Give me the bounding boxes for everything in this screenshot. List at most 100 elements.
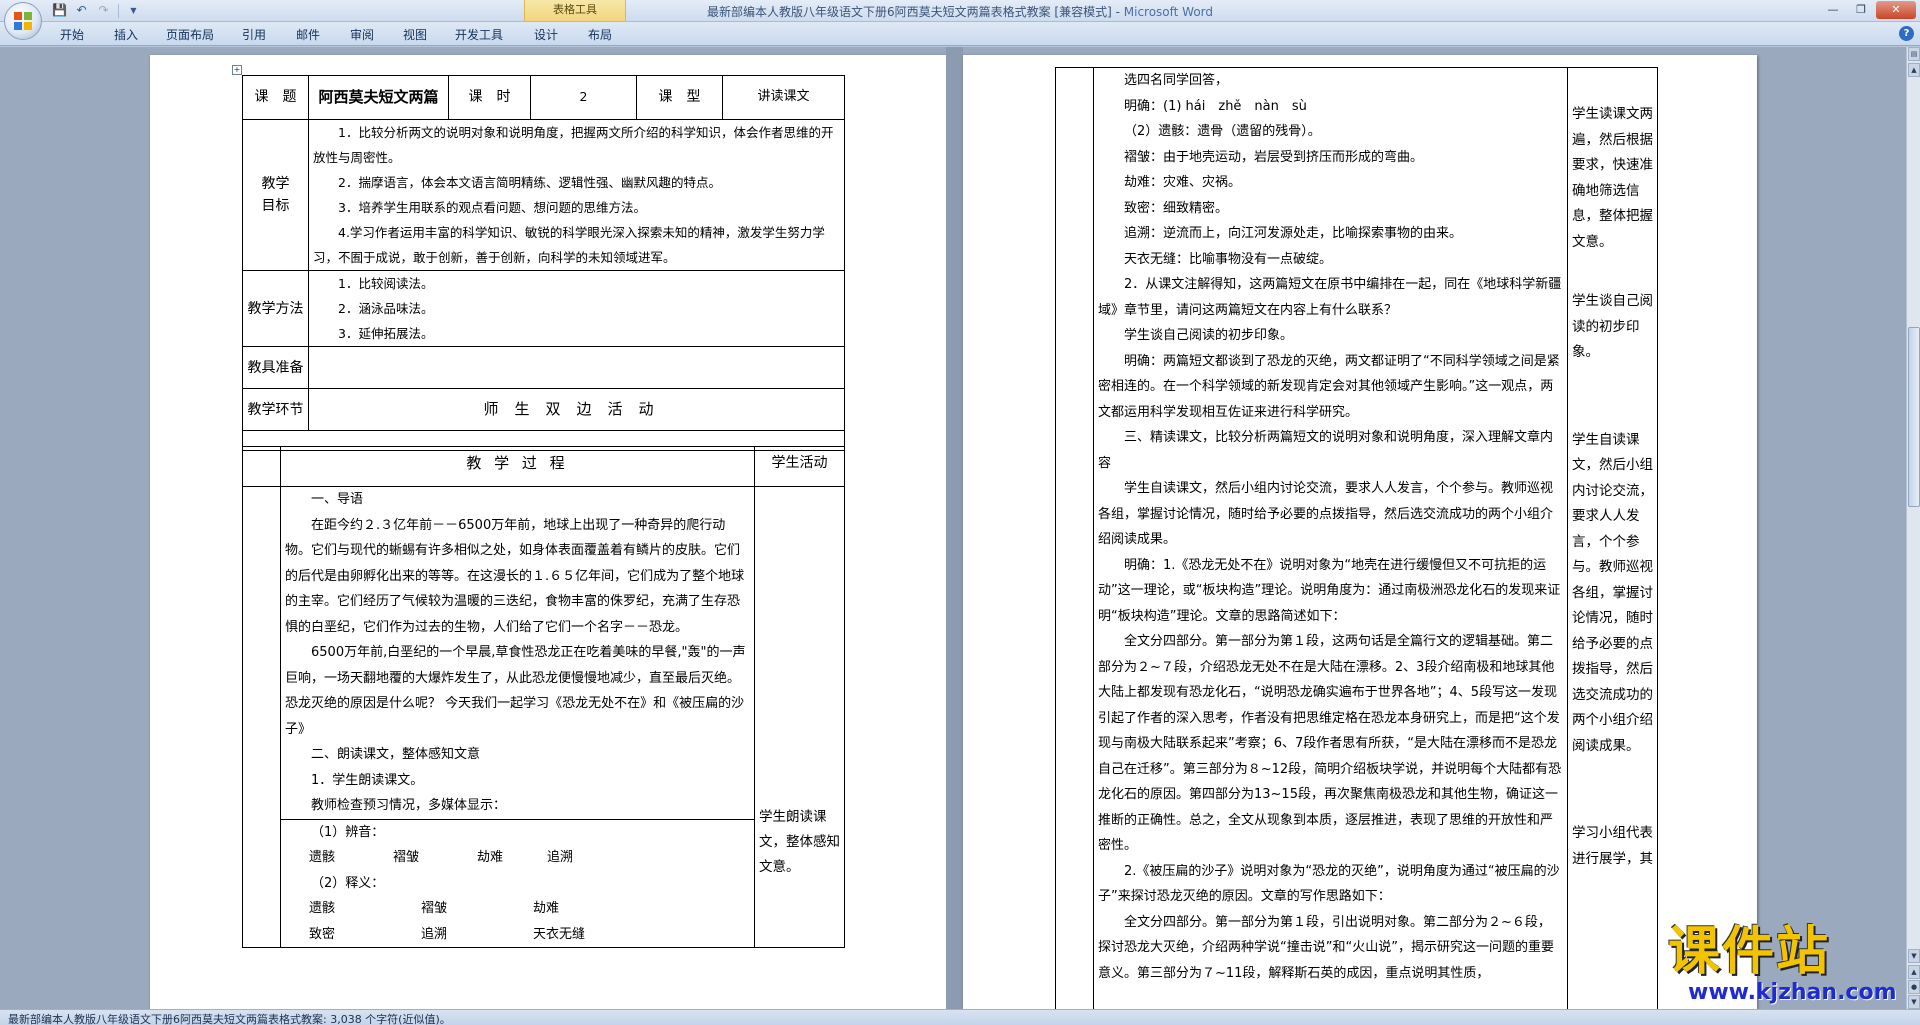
vocab-word: 褶皱 <box>421 901 448 916</box>
student-activity-header: 学生活动 <box>754 446 845 487</box>
process-line: 二、朗读课文，整体感知文意 <box>311 747 481 762</box>
goal-item: 3．培养学生用联系的观点看问题、想问题的思维方法。 <box>338 200 646 215</box>
process-line: 明确：(1) hái zhě nàn sù <box>1124 98 1307 114</box>
tab-design[interactable]: 设计 <box>534 26 558 43</box>
student-activity-cell: 学生读课文两遍，然后根据要求，快速准确地筛选信息，整体把握文意。 学生谈自己阅读… <box>1567 67 1658 1009</box>
process-line: 学生谈自己阅读的初步印象。 <box>1124 328 1294 343</box>
label-hours: 课 时 <box>448 75 531 120</box>
vocab-word: 致密 <box>309 926 336 942</box>
tab-developer[interactable]: 开发工具 <box>455 26 503 43</box>
lesson-type: 讲读课文 <box>722 75 845 120</box>
minimize-button[interactable]: — <box>1820 1 1846 19</box>
tab-view[interactable]: 视图 <box>403 26 427 43</box>
document-title: 最新部编本人教版八年级语文下册6阿西莫夫短文两篇表格式教案 [兼容模式] <box>706 5 1112 19</box>
app-name: Microsoft Word <box>1123 5 1214 19</box>
next-page-icon[interactable]: ▼ <box>1908 995 1920 1009</box>
process-line: 一、导语 <box>311 492 364 507</box>
teaching-process-table-continued: 选四名同学回答， 明确：(1) hái zhě nàn sù （2）遗骸：遗骨（… <box>1055 67 1658 1009</box>
vocab-box: （1）辨音： 遗骸 褶皱 劫难 追溯 （2）释义： 遗骸 褶皱 劫难 致密 追溯 天衣无缝 <box>281 818 754 948</box>
previous-page-icon[interactable]: ▲ <box>1908 965 1920 979</box>
process-line: 天衣无缝：比喻事物没有一点破绽。 <box>1124 251 1333 267</box>
document-page-right[interactable]: 选四名同学回答， 明确：(1) hái zhě nàn sù （2）遗骸：遗骨（… <box>963 55 1757 1009</box>
scroll-thumb[interactable] <box>1908 327 1920 507</box>
teaching-process-table: 教 学 过 程 学生活动 一、导语 在距今约２.３亿年前－－6500万年前，地球… <box>242 446 845 948</box>
label-tools: 教具准备 <box>242 346 309 389</box>
process-line: 选四名同学回答， <box>1124 73 1229 88</box>
process-line: 2．从课文注解得知，这两篇短文在原书中编排在一起，同在《地球科学新疆域》章节里，… <box>1098 277 1562 318</box>
process-header: 教 学 过 程 <box>280 446 755 487</box>
tab-home[interactable]: 开始 <box>60 26 84 43</box>
lesson-title: 阿西莫夫短文两篇 <box>308 75 449 120</box>
vocab-word: 遗骸 <box>309 901 336 916</box>
ruler-toggle-icon[interactable]: ▤ <box>1908 47 1920 61</box>
browse-object-icon[interactable]: ● <box>1908 980 1920 994</box>
student-note: 学生读课文两遍，然后根据要求，快速准确地筛选信息，整体把握文意。 <box>1572 106 1653 250</box>
process-line: 6500万年前,白垩纪的一个早晨,草食性恐龙正在吃着美味的早餐,"轰"的一声巨响… <box>285 645 746 737</box>
tab-references[interactable]: 引用 <box>242 26 266 43</box>
window-title: 最新部编本人教版八年级语文下册6阿西莫夫短文两篇表格式教案 [兼容模式] - M… <box>0 3 1920 20</box>
process-col-blank <box>242 486 281 948</box>
goal-item: 1．比较分析两文的说明对象和说明角度，把握两文所介绍的科学知识，体会作者思维的开… <box>313 125 834 165</box>
tab-insert[interactable]: 插入 <box>114 26 138 43</box>
process-line: 2.《被压扁的沙子》说明对象为“恐龙的灭绝”，说明角度为通过“被压扁的沙子”来探… <box>1098 863 1560 905</box>
watermark-logo: 课件站 www.kjzhan.com <box>1668 922 1908 1008</box>
process-line: （2）遗骸：遗骨（遗留的残骨）。 <box>1124 124 1321 139</box>
ribbon-tab-bar: 开始 插入 页面布局 引用 邮件 审阅 视图 开发工具 设计 布局 <box>0 22 1920 46</box>
process-line: 明确：1.《恐龙无处不在》说明对象为“地壳在进行缓慢但又不可抗拒的运动”这一理论… <box>1098 557 1561 624</box>
label-goals: 教学目标 <box>242 119 309 271</box>
page-gap <box>946 47 963 1009</box>
method-item: 1．比较阅读法。 <box>338 276 434 291</box>
process-line: 褶皱：由于地壳运动，岩层受到挤压而形成的弯曲。 <box>1124 149 1424 165</box>
methods-cell: 1．比较阅读法。 2．涵泳品味法。 3．延伸拓展法。 <box>308 270 845 347</box>
process-line: 致密：细致精密。 <box>1124 200 1229 216</box>
close-button[interactable]: ✕ <box>1876 1 1916 19</box>
student-note: 学生自读课文，然后小组内讨论交流，要求人人发言，个个参与。教师巡视各组，掌握讨论… <box>1572 431 1653 754</box>
help-icon[interactable]: ? <box>1899 26 1914 41</box>
scroll-up-icon[interactable]: ▲ <box>1908 63 1920 77</box>
tab-page-layout[interactable]: 页面布局 <box>166 26 214 43</box>
definition-label: （2）释义： <box>311 875 385 891</box>
document-page-left[interactable]: + 课 题 阿西莫夫短文两篇 课 时 2 课 型 讲读课文 教学目标 1．比较分… <box>150 55 946 1009</box>
office-logo-icon <box>14 12 33 31</box>
process-col-blank <box>242 446 281 487</box>
label-stage: 教学环节 <box>242 388 309 431</box>
maximize-button[interactable]: ❐ <box>1848 1 1874 19</box>
tab-review[interactable]: 审阅 <box>350 26 374 43</box>
table-move-handle-icon[interactable]: + <box>232 65 242 75</box>
pronunciation-label: （1）辨音： <box>311 824 385 840</box>
vocab-word: 追溯 <box>421 926 448 942</box>
lesson-plan-header-table: 课 题 阿西莫夫短文两篇 课 时 2 课 型 讲读课文 教学目标 1．比较分析两… <box>242 75 845 451</box>
goals-cell: 1．比较分析两文的说明对象和说明角度，把握两文所介绍的科学知识，体会作者思维的开… <box>308 119 845 271</box>
student-note: 学生谈自己阅读的初步印象。 <box>1572 293 1653 360</box>
process-body: 选四名同学回答， 明确：(1) hái zhě nàn sù （2）遗骸：遗骨（… <box>1093 67 1568 1009</box>
process-col-blank <box>1055 67 1094 1009</box>
process-body: 一、导语 在距今约２.３亿年前－－6500万年前，地球上出现了一种奇异的爬行动物… <box>280 486 755 948</box>
watermark-url: www.kjzhan.com <box>1688 980 1897 1005</box>
window-controls: — ❐ ✕ <box>1820 1 1916 19</box>
label-type: 课 型 <box>636 75 723 120</box>
stage-activity: 师生双边活动 <box>308 388 845 431</box>
process-line: 追溯：逆流而上，向江河发源处走，比喻探索事物的由来。 <box>1124 226 1463 241</box>
status-text: 最新部编本人教版八年级语文下册6阿西莫夫短文两篇表格式教案: 3,038 个字符… <box>8 1013 451 1025</box>
process-line: 1．学生朗读课文。 <box>311 772 424 788</box>
title-bar: 💾 ↶ ↷ ▼ 表格工具 最新部编本人教版八年级语文下册6阿西莫夫短文两篇表格式… <box>0 0 1920 22</box>
scroll-down-icon[interactable]: ▼ <box>1908 949 1920 963</box>
title-separator: - <box>1111 5 1124 19</box>
method-item: 2．涵泳品味法。 <box>338 301 434 316</box>
tab-layout[interactable]: 布局 <box>588 26 612 43</box>
definition-row: 致密 追溯 天衣无缝 <box>285 922 750 948</box>
status-bar: 最新部编本人教版八年级语文下册6阿西莫夫短文两篇表格式教案: 3,038 个字符… <box>0 1009 1920 1025</box>
student-activity-cell: 学生朗读课文，整体感知文意。 <box>754 486 845 948</box>
process-line: 明确：两篇短文都谈到了恐龙的灭绝，两文都证明了“不同科学领域之间是紧密相连的。在… <box>1098 353 1560 420</box>
process-line: 教师检查预习情况，多媒体显示： <box>311 798 507 813</box>
pronunciation-row: 遗骸 褶皱 劫难 追溯 <box>285 845 750 871</box>
document-workspace: + 课 题 阿西莫夫短文两篇 课 时 2 课 型 讲读课文 教学目标 1．比较分… <box>0 47 1906 1009</box>
tab-mailings[interactable]: 邮件 <box>296 26 320 43</box>
tools-cell <box>308 346 845 389</box>
process-line: 全文分四部分。第一部分为第１段，引出说明对象。第二部分为２~６段，探讨恐龙大灭绝… <box>1098 914 1554 981</box>
process-line: 劫难：灾难、灾祸。 <box>1124 175 1242 190</box>
process-line: 学生自读课文，然后小组内讨论交流，要求人人发言，个个参与。教师巡视各组，掌握讨论… <box>1098 481 1554 547</box>
vocab-word: 天衣无缝 <box>533 926 586 942</box>
office-button[interactable] <box>4 2 42 40</box>
vertical-scrollbar[interactable]: ▤ ▲ ▼ ▲ ● ▼ <box>1906 47 1920 1009</box>
